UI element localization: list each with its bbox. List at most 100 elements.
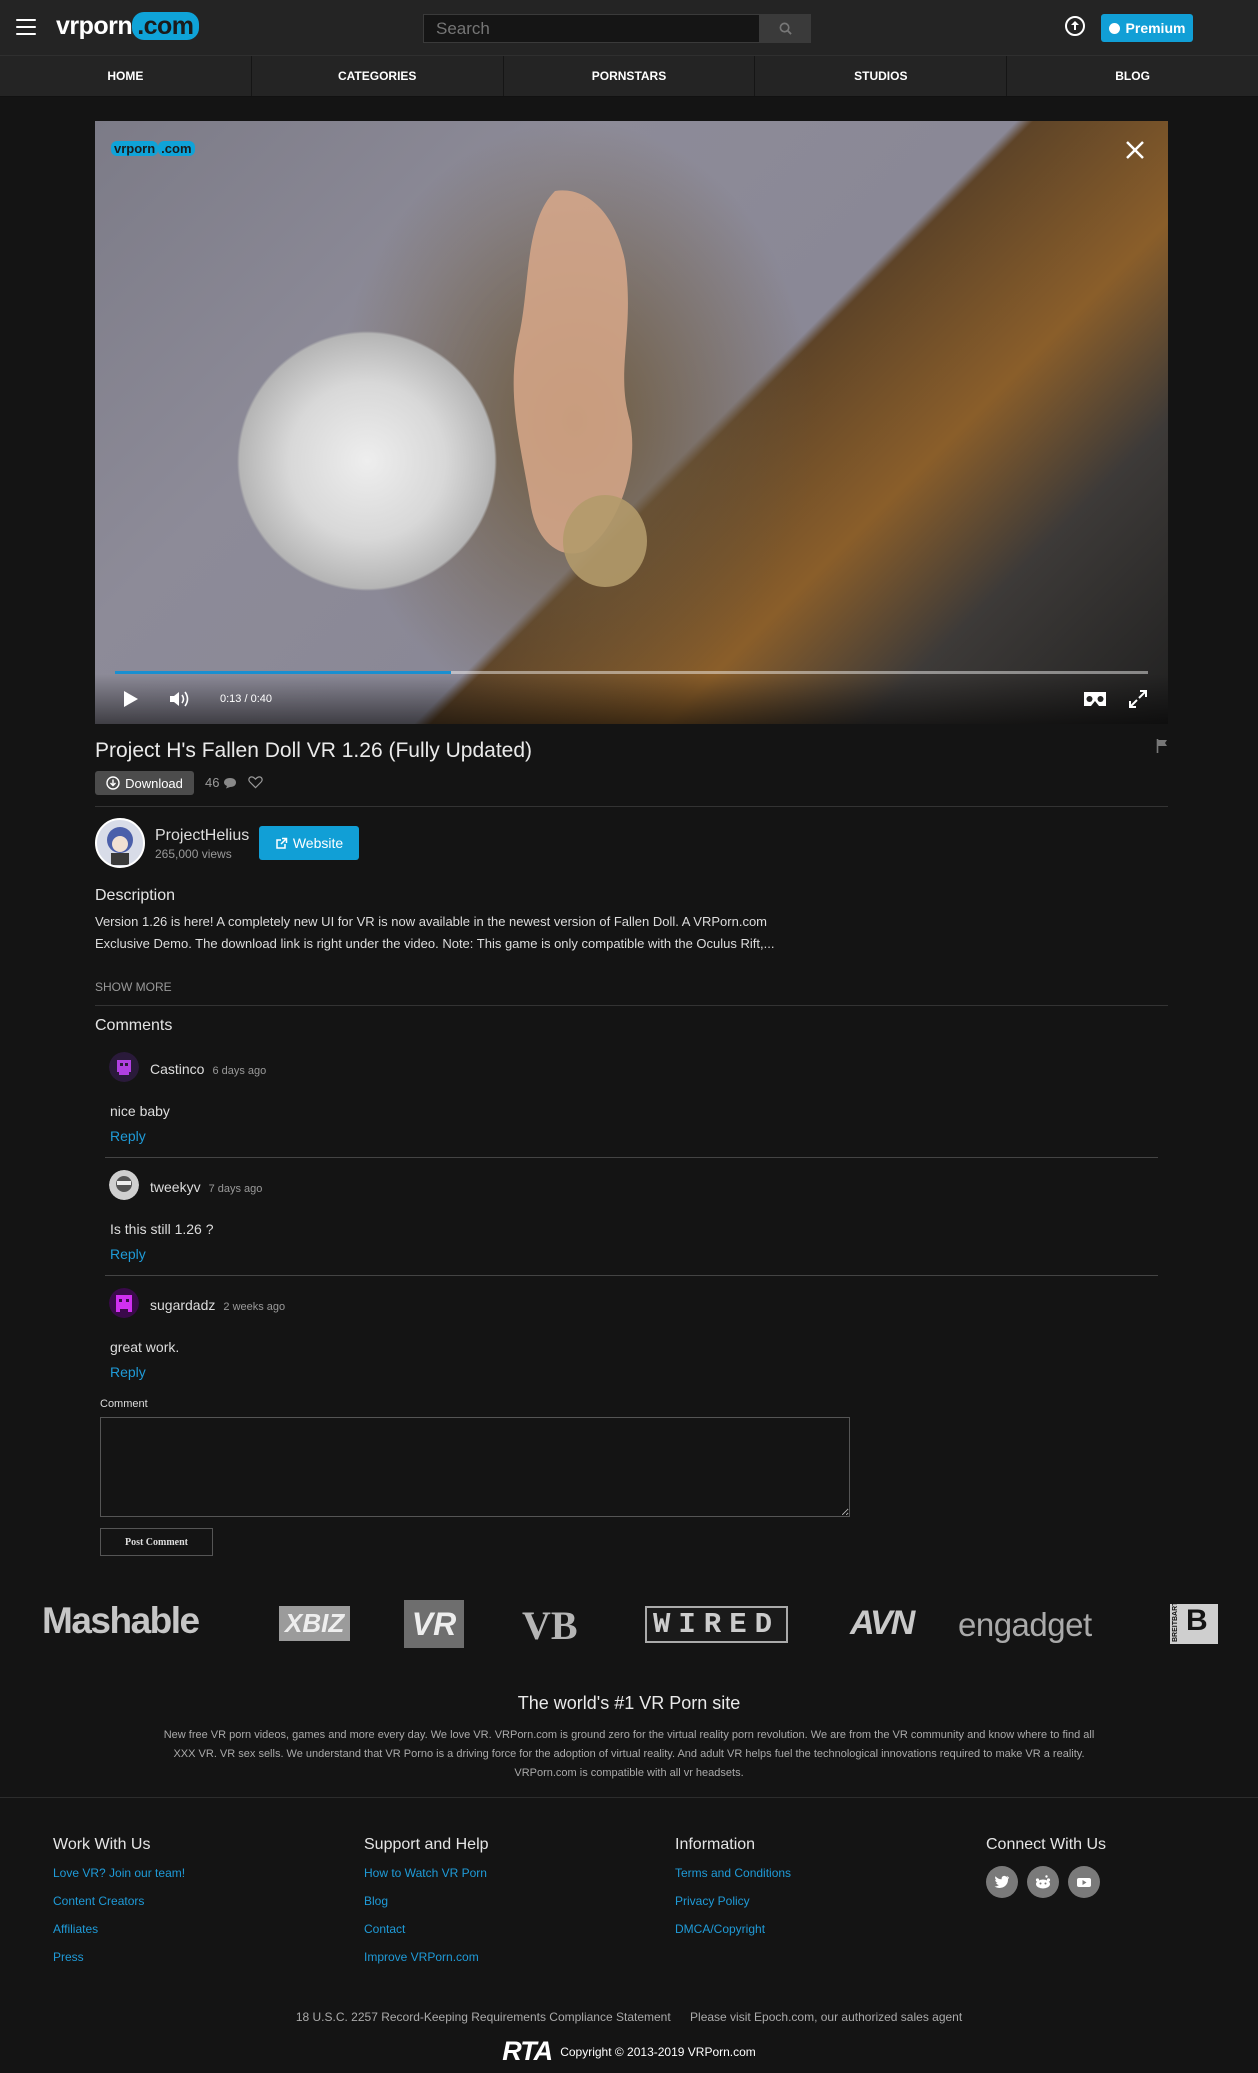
footer-link[interactable]: Contact bbox=[364, 1922, 489, 1950]
footer-work: Work With Us Love VR? Join our team! Con… bbox=[53, 1836, 185, 1978]
volume-icon[interactable] bbox=[169, 690, 191, 708]
player-controls: 0:13 / 0:40 bbox=[95, 674, 1168, 724]
main-nav: HOME CATEGORIES PORNSTARS STUDIOS BLOG bbox=[0, 56, 1258, 97]
footer-link[interactable]: Content Creators bbox=[53, 1894, 185, 1922]
compliance-bar: 18 U.S.C. 2257 Record-Keeping Requiremen… bbox=[0, 2010, 1258, 2024]
comment-time: 7 days ago bbox=[208, 1183, 263, 1195]
divider bbox=[105, 1275, 1158, 1276]
premium-button[interactable]: Premium bbox=[1101, 14, 1193, 42]
footer-link[interactable]: Love VR? Join our team! bbox=[53, 1866, 185, 1894]
fullscreen-icon[interactable] bbox=[1128, 689, 1148, 709]
comment-text: nice baby bbox=[110, 1103, 170, 1119]
nav-blog[interactable]: BLOG bbox=[1007, 56, 1258, 96]
avatar[interactable] bbox=[109, 1170, 139, 1200]
tagline: The world's #1 VR Porn site bbox=[517, 1693, 741, 1713]
top-bar: vrporn.com Premium bbox=[0, 0, 1258, 56]
comment-time: 6 days ago bbox=[212, 1065, 267, 1077]
copyright-text: Copyright © 2013-2019 VRPorn.com bbox=[560, 2044, 756, 2059]
avatar[interactable] bbox=[109, 1052, 139, 1082]
youtube-icon[interactable] bbox=[1068, 1866, 1100, 1898]
footer-link[interactable]: How to Watch VR Porn bbox=[364, 1866, 489, 1894]
divider bbox=[95, 1005, 1168, 1006]
description-heading: Description bbox=[95, 887, 176, 904]
vr-logo: VR bbox=[404, 1600, 464, 1648]
reddit-icon[interactable] bbox=[1027, 1866, 1059, 1898]
comment-icon bbox=[224, 777, 237, 788]
flag-icon[interactable] bbox=[1156, 738, 1168, 754]
search-button[interactable] bbox=[759, 14, 811, 43]
wired-logo: WIRED bbox=[645, 1606, 789, 1643]
divider bbox=[0, 1797, 1258, 1798]
footer-support: Support and Help How to Watch VR Porn Bl… bbox=[364, 1836, 489, 1978]
footer-link[interactable]: Affiliates bbox=[53, 1922, 185, 1950]
uploader-name[interactable]: ProjectHelius bbox=[155, 827, 249, 845]
heart-icon[interactable] bbox=[248, 775, 263, 789]
twitter-icon[interactable] bbox=[986, 1866, 1018, 1898]
copyright-bar: RTA Copyright © 2013-2019 VRPorn.com bbox=[0, 2036, 1258, 2067]
comment-textarea[interactable] bbox=[100, 1417, 850, 1517]
vb-logo: VB bbox=[522, 1603, 578, 1648]
comment-user[interactable]: sugardadz 2 weeks ago bbox=[150, 1297, 285, 1313]
show-more-link[interactable]: SHOW MORE bbox=[95, 980, 172, 994]
description-text: Version 1.26 is here! A completely new U… bbox=[95, 911, 855, 955]
xbiz-logo: XBIZ bbox=[279, 1606, 351, 1641]
footer-link[interactable]: DMCA/Copyright bbox=[675, 1922, 791, 1950]
footer-heading: Support and Help bbox=[364, 1836, 489, 1853]
site-logo[interactable]: vrporn .com bbox=[56, 12, 199, 41]
download-button[interactable]: Download bbox=[95, 771, 194, 795]
mashable-logo: Mashable bbox=[42, 1600, 200, 1641]
reply-link[interactable]: Reply bbox=[110, 1128, 146, 1144]
comment-user[interactable]: Castinco 6 days ago bbox=[150, 1061, 266, 1077]
description-line: Version 1.26 is here! A completely new U… bbox=[95, 914, 768, 929]
post-comment-button[interactable]: Post Comment bbox=[100, 1528, 213, 1556]
external-link-icon bbox=[276, 837, 288, 849]
comment-text: great work. bbox=[110, 1339, 180, 1355]
footer-link[interactable]: Press bbox=[53, 1950, 185, 1978]
footer-link[interactable]: Blog bbox=[364, 1894, 489, 1922]
comments-heading: Comments bbox=[95, 1017, 173, 1034]
footer-heading: Information bbox=[675, 1836, 756, 1853]
divider bbox=[95, 806, 1168, 807]
engadget-logo: engadget bbox=[958, 1606, 1092, 1643]
uploader-views: 265,000 views bbox=[155, 847, 232, 861]
video-frame-figure bbox=[513, 190, 647, 587]
website-button[interactable]: Website bbox=[259, 826, 359, 860]
footer-info: Information Terms and Conditions Privacy… bbox=[675, 1836, 791, 1950]
footer-link[interactable]: Improve VRPorn.com bbox=[364, 1950, 489, 1978]
nav-pornstars[interactable]: PORNSTARS bbox=[504, 56, 756, 96]
comment-label: Comment bbox=[100, 1398, 148, 1410]
reply-link[interactable]: Reply bbox=[110, 1364, 146, 1380]
comment-count[interactable]: 46 bbox=[205, 775, 237, 790]
player-watermark: vrporn .com bbox=[111, 141, 195, 156]
comment-user[interactable]: tweekyv 7 days ago bbox=[150, 1179, 262, 1195]
video-player[interactable]: vrporn .com 0:13 / 0:40 bbox=[95, 121, 1168, 724]
footer-heading: Work With Us bbox=[53, 1836, 151, 1853]
rta-logo[interactable]: RTA bbox=[502, 2036, 553, 2067]
comment-text: Is this still 1.26 ? bbox=[110, 1221, 214, 1237]
uploader-avatar[interactable] bbox=[95, 818, 145, 868]
description-line: Exclusive Demo. The download link is rig… bbox=[95, 936, 775, 951]
play-icon[interactable] bbox=[123, 690, 139, 708]
vr-headset-icon[interactable] bbox=[1082, 690, 1108, 708]
compliance-link[interactable]: 18 U.S.C. 2257 Record-Keeping Requiremen… bbox=[296, 2010, 671, 2024]
nav-studios[interactable]: STUDIOS bbox=[755, 56, 1008, 96]
search-input[interactable] bbox=[423, 14, 759, 43]
footer-link[interactable]: Terms and Conditions bbox=[675, 1866, 791, 1894]
upload-icon[interactable] bbox=[1065, 16, 1085, 36]
about-text: New free VR porn videos, games and more … bbox=[163, 1729, 1095, 1779]
playback-time: 0:13 / 0:40 bbox=[220, 693, 272, 705]
press-logos: Mashable XBIZ VR VB WIRED AVN engadget B… bbox=[0, 1600, 1258, 1648]
avn-logo: AVN bbox=[850, 1604, 915, 1642]
avatar[interactable] bbox=[109, 1288, 139, 1318]
menu-icon[interactable] bbox=[16, 19, 36, 35]
footer-heading: Connect With Us bbox=[986, 1836, 1107, 1853]
nav-categories[interactable]: CATEGORIES bbox=[252, 56, 504, 96]
reply-link[interactable]: Reply bbox=[110, 1246, 146, 1262]
close-icon[interactable] bbox=[1124, 139, 1146, 161]
comment-time: 2 weeks ago bbox=[223, 1301, 286, 1313]
footer-link[interactable]: Privacy Policy bbox=[675, 1894, 791, 1922]
epoch-text[interactable]: Please visit Epoch.com, our authorized s… bbox=[690, 2010, 962, 2024]
breitbart-logo: BREITBART B bbox=[1170, 1602, 1218, 1644]
nav-home[interactable]: HOME bbox=[0, 56, 252, 96]
download-icon bbox=[106, 776, 120, 790]
